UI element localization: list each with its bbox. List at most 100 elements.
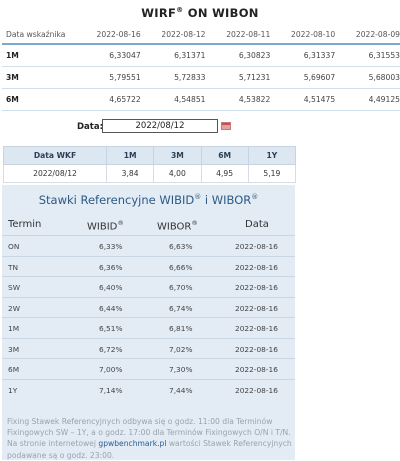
ref-term: 6M bbox=[8, 365, 20, 374]
reference-rates-rows: ON 6,33% 6,63% 2022-08-16 TN 6,36% 6,66%… bbox=[2, 235, 295, 399]
ref-title-b: i WIBOR bbox=[201, 193, 252, 207]
ref-wibor: 6,81% bbox=[169, 324, 193, 333]
wirf-date-header: 2022-08-11 bbox=[205, 26, 271, 45]
wirf-title: WIRF® ON WIBON bbox=[0, 6, 400, 20]
wirf-cell: 5,69607 bbox=[270, 66, 336, 89]
ref-row-6m: 6M 7,00% 7,30% 2022-08-16 bbox=[2, 358, 295, 379]
wkf-cell-date: 2022/08/12 bbox=[3, 164, 107, 183]
wirf-header-label: Data wskaźnika bbox=[2, 26, 76, 45]
ref-title-registered-mark: ® bbox=[251, 193, 259, 202]
ref-term: 2W bbox=[8, 303, 21, 313]
wkf-cell-1m: 3,84 bbox=[105, 164, 155, 183]
wkf-header-date: Data WKF bbox=[3, 146, 107, 165]
reference-rates-panel: Stawki Referencyjne WIBID® i WIBOR® Term… bbox=[2, 185, 295, 460]
wirf-cell: 4,49125 bbox=[335, 88, 400, 111]
wirf-row-1m: 1M 6,33047 6,31371 6,30823 6,31337 6,315… bbox=[2, 44, 400, 67]
ref-wibid: 6,44% bbox=[99, 303, 123, 313]
wirf-cell: 4,54851 bbox=[140, 88, 206, 111]
ref-row-sw: SW 6,40% 6,70% 2022-08-16 bbox=[2, 276, 295, 297]
wirf-cell: 5,72833 bbox=[140, 66, 206, 89]
col-wibor: WIBOR® bbox=[157, 219, 198, 232]
ref-wibor: 7,44% bbox=[169, 385, 193, 395]
wirf-row-3m: 3M 5,79551 5,72833 5,71231 5,69607 5,680… bbox=[2, 66, 400, 89]
wirf-cell: 6,31337 bbox=[270, 44, 336, 67]
col-wibor-registered-mark: ® bbox=[191, 219, 198, 227]
ref-wibid: 6,33% bbox=[99, 242, 123, 251]
wkf-header-1y: 1Y bbox=[247, 146, 297, 165]
ref-term: TN bbox=[8, 262, 19, 272]
wkf-header-3m: 3M bbox=[153, 146, 202, 165]
wirf-cell: 6,30823 bbox=[205, 44, 271, 67]
wirf-cell: 4,65722 bbox=[75, 88, 141, 111]
wirf-date-header: 2022-08-12 bbox=[140, 26, 206, 45]
col-wibid: WIBID® bbox=[87, 219, 124, 232]
col-termin: Termin bbox=[8, 219, 42, 230]
wkf-header-1m: 1M bbox=[105, 146, 155, 165]
wirf-header-row: Data wskaźnika 2022-08-16 2022-08-12 202… bbox=[2, 26, 400, 45]
wirf-date-header: 2022-08-16 bbox=[75, 26, 141, 45]
ref-row-1y: 1Y 7,14% 7,44% 2022-08-16 bbox=[2, 378, 295, 400]
ref-date: 2022-08-16 bbox=[235, 324, 278, 333]
ref-term: 1Y bbox=[8, 385, 18, 395]
ref-date: 2022-08-16 bbox=[235, 242, 278, 251]
ref-wibid: 7,00% bbox=[99, 365, 123, 374]
wirf-row-6m: 6M 4,65722 4,54851 4,53822 4,51475 4,491… bbox=[2, 88, 400, 111]
wirf-cell: 5,71231 bbox=[205, 66, 271, 89]
ref-wibid: 6,40% bbox=[99, 283, 123, 292]
wirf-cell: 6,31371 bbox=[140, 44, 206, 67]
ref-row-on: ON 6,33% 6,63% 2022-08-16 bbox=[2, 235, 295, 256]
ref-row-2w: 2W 6,44% 6,74% 2022-08-16 bbox=[2, 296, 295, 318]
wirf-row-label: 3M bbox=[2, 66, 76, 89]
ref-wibor: 7,02% bbox=[169, 344, 193, 354]
reference-rates-title: Stawki Referencyjne WIBID® i WIBOR® bbox=[2, 193, 295, 207]
calendar-icon[interactable] bbox=[221, 122, 231, 130]
ref-title-a: Stawki Referencyjne WIBID bbox=[38, 193, 195, 207]
wkf-row: 2022/08/12 3,84 4,00 4,95 5,19 bbox=[3, 164, 297, 183]
ref-date: 2022-08-16 bbox=[235, 365, 278, 374]
ref-date: 2022-08-16 bbox=[235, 283, 278, 292]
ref-date: 2022-08-16 bbox=[235, 344, 278, 354]
ref-row-tn: TN 6,36% 6,66% 2022-08-16 bbox=[2, 255, 295, 277]
wirf-table: Data wskaźnika 2022-08-16 2022-08-12 202… bbox=[2, 26, 400, 111]
col-wibid-label: WIBID bbox=[87, 221, 118, 233]
ref-wibor: 6,70% bbox=[169, 283, 193, 292]
date-input[interactable] bbox=[102, 119, 218, 133]
wirf-cell: 6,31553 bbox=[335, 44, 400, 67]
wirf-title-main: WIRF bbox=[141, 6, 177, 20]
wirf-cell: 6,33047 bbox=[75, 44, 141, 67]
col-wibid-registered-mark: ® bbox=[117, 219, 124, 227]
date-label: Data: bbox=[77, 122, 103, 132]
wkf-cell-6m: 4,95 bbox=[200, 164, 249, 183]
wkf-cell-3m: 4,00 bbox=[153, 164, 202, 183]
col-wibor-label: WIBOR bbox=[157, 221, 192, 233]
ref-wibor: 7,30% bbox=[169, 365, 193, 374]
ref-wibid: 6,51% bbox=[99, 324, 123, 333]
wirf-cell: 5,79551 bbox=[75, 66, 141, 89]
wkf-header-row: Data WKF 1M 3M 6M 1Y bbox=[3, 146, 297, 165]
fixing-note: Fixing Stawek Referencyjnych odbywa się … bbox=[7, 416, 292, 461]
wirf-row-label: 1M bbox=[2, 44, 76, 67]
ref-date: 2022-08-16 bbox=[235, 262, 278, 272]
col-data: Data bbox=[245, 219, 269, 230]
wirf-date-header: 2022-08-10 bbox=[270, 26, 336, 45]
wirf-cell: 4,53822 bbox=[205, 88, 271, 111]
ref-row-1m: 1M 6,51% 6,81% 2022-08-16 bbox=[2, 317, 295, 338]
ref-date: 2022-08-16 bbox=[235, 385, 278, 395]
wkf-cell-1y: 5,19 bbox=[247, 164, 297, 183]
ref-wibor: 6,66% bbox=[169, 262, 193, 272]
wirf-row-label: 6M bbox=[2, 88, 76, 111]
ref-wibor: 6,74% bbox=[169, 303, 193, 313]
ref-wibid: 6,36% bbox=[99, 262, 123, 272]
ref-term: 3M bbox=[8, 344, 20, 354]
gpwbenchmark-link[interactable]: gpwbenchmark.pl bbox=[98, 439, 166, 448]
wkf-table: Data WKF 1M 3M 6M 1Y 2022/08/12 3,84 4,0… bbox=[3, 146, 297, 183]
ref-term: 1M bbox=[8, 324, 20, 333]
wkf-header-6m: 6M bbox=[200, 146, 249, 165]
ref-wibid: 7,14% bbox=[99, 385, 123, 395]
ref-term: SW bbox=[8, 283, 20, 292]
wirf-cell: 5,68003 bbox=[335, 66, 400, 89]
ref-date: 2022-08-16 bbox=[235, 303, 278, 313]
wirf-cell: 4,51475 bbox=[270, 88, 336, 111]
ref-wibor: 6,63% bbox=[169, 242, 193, 251]
ref-wibid: 6,72% bbox=[99, 344, 123, 354]
